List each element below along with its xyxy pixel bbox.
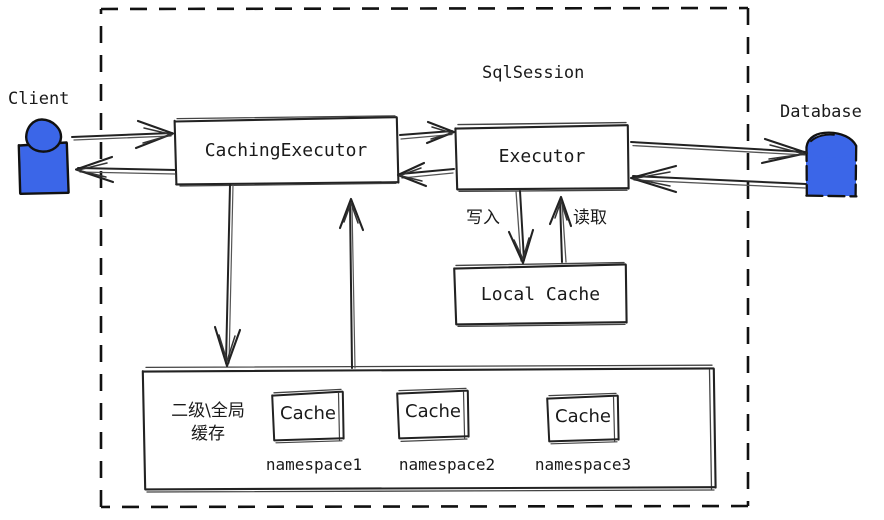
- cache-item-label-2: Cache: [405, 401, 461, 422]
- arrow-cachingexecutor-to-client: [74, 155, 177, 184]
- cache-namespace-label-3: namespace3: [534, 455, 632, 474]
- caching-executor-label: CachingExecutor: [204, 140, 368, 161]
- arrow-executor-write-to-local-cache: [507, 190, 535, 265]
- arrow-local-cache-read-to-executor: [548, 195, 573, 263]
- local-cache-label: Local Cache: [480, 284, 601, 305]
- arrow-cachingexecutor-to-global-cache: [213, 184, 242, 368]
- arrow-database-to-executor: [629, 164, 807, 194]
- executor-label: Executor: [498, 146, 586, 167]
- arrow-cachingexecutor-to-executor: [399, 120, 456, 145]
- global-cache-label: 二级\全局 缓存: [171, 401, 245, 444]
- diagram-canvas: SqlSession Client Database CachingExecut…: [0, 0, 884, 520]
- arrow-global-cache-to-cachingexecutor: [338, 197, 365, 369]
- read-edge-label: 读取: [573, 208, 607, 228]
- cache-item-label-3: Cache: [555, 406, 611, 427]
- arrow-client-to-cachingexecutor: [71, 119, 175, 150]
- cache-item-label-1: Cache: [280, 403, 336, 424]
- write-edge-label: 写入: [466, 208, 500, 228]
- database-actor-icon: [805, 131, 858, 198]
- diagram-sketch-layer: [17, 6, 858, 509]
- arrow-executor-to-database: [630, 137, 809, 165]
- cache-namespace-label-1: namespace1: [265, 455, 363, 474]
- sqlsession-title: SqlSession: [482, 63, 585, 83]
- cache-namespace-label-2: namespace2: [398, 455, 496, 474]
- arrow-executor-to-cachingexecutor: [396, 161, 455, 188]
- database-label: Database: [780, 102, 862, 122]
- client-label: Client: [8, 89, 70, 109]
- client-actor-icon: [17, 118, 70, 195]
